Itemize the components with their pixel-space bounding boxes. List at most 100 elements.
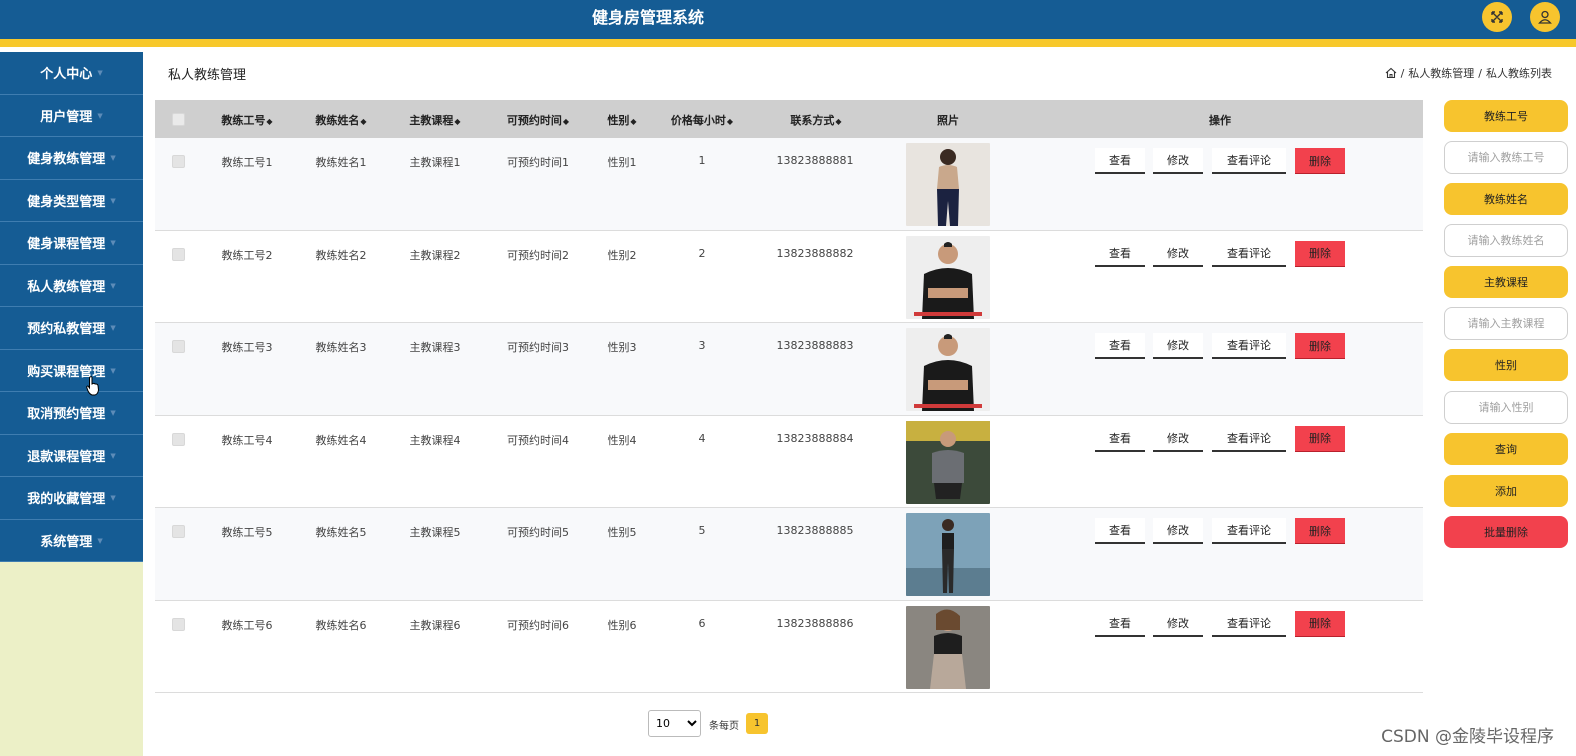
cell-coach-name: 教练姓名2 bbox=[315, 248, 367, 262]
view-comments-button[interactable]: 查看评论 bbox=[1212, 333, 1286, 359]
sidebar-item-label: 退款课程管理 bbox=[27, 449, 106, 465]
header-contact[interactable]: 联系方式◆ bbox=[777, 112, 855, 128]
delete-button[interactable]: 删除 bbox=[1295, 518, 1345, 544]
delete-button[interactable]: 删除 bbox=[1295, 240, 1345, 267]
app-title: 健身房管理系统 bbox=[591, 8, 704, 27]
fullscreen-button[interactable] bbox=[1482, 2, 1512, 32]
current-page-button[interactable]: 1 bbox=[746, 713, 768, 734]
edit-button[interactable]: 修改 bbox=[1153, 148, 1203, 174]
sidebar-item-label: 我的收藏管理 bbox=[27, 492, 106, 508]
table-row: 教练工号5 教练姓名5 主教课程5 可预约时间5 性别5 5 138238888… bbox=[155, 508, 1423, 601]
row-checkbox[interactable] bbox=[172, 155, 185, 168]
coach-photo bbox=[906, 513, 990, 596]
header-main-course[interactable]: 主教课程◆ bbox=[401, 112, 469, 128]
header-gender[interactable]: 性别◆ bbox=[600, 112, 644, 128]
cell-price: 1 bbox=[698, 154, 706, 167]
delete-button[interactable]: 删除 bbox=[1295, 148, 1345, 174]
coach-id-input[interactable] bbox=[1444, 141, 1568, 174]
header-coach-name[interactable]: 教练姓名◆ bbox=[307, 112, 375, 128]
chevron-down-icon: ▼ bbox=[110, 451, 116, 460]
gender-input[interactable] bbox=[1444, 391, 1568, 424]
cell-coach-name: 教练姓名4 bbox=[315, 433, 367, 447]
delete-button[interactable]: 删除 bbox=[1295, 333, 1345, 359]
header-actions: 操作 bbox=[1209, 114, 1231, 127]
sidebar-item-private-coaches[interactable]: 私人教练管理 ▼ bbox=[0, 264, 143, 307]
select-all-checkbox[interactable] bbox=[172, 113, 185, 126]
per-page-label: 条每页 bbox=[709, 721, 739, 732]
view-comments-button[interactable]: 查看评论 bbox=[1212, 610, 1286, 637]
user-button[interactable] bbox=[1530, 2, 1560, 32]
view-comments-button[interactable]: 查看评论 bbox=[1212, 148, 1286, 174]
row-checkbox[interactable] bbox=[172, 340, 185, 353]
edit-button[interactable]: 修改 bbox=[1153, 333, 1203, 359]
coach-name-input[interactable] bbox=[1444, 224, 1568, 257]
cell-price: 3 bbox=[698, 339, 706, 352]
row-checkbox[interactable] bbox=[172, 525, 185, 538]
add-button[interactable]: 添加 bbox=[1444, 475, 1568, 507]
view-comments-button[interactable]: 查看评论 bbox=[1212, 240, 1286, 267]
view-button[interactable]: 查看 bbox=[1095, 425, 1145, 452]
sidebar-item-course-refunds[interactable]: 退款课程管理 ▼ bbox=[0, 434, 143, 477]
header-coach-id[interactable]: 教练工号◆ bbox=[213, 112, 281, 128]
sidebar-item-booking-cancellations[interactable]: 取消预约管理 ▼ bbox=[0, 392, 143, 435]
row-checkbox[interactable] bbox=[172, 432, 185, 446]
cell-main-course: 主教课程3 bbox=[409, 341, 461, 354]
sidebar-item-personal-center[interactable]: 个人中心 ▼ bbox=[0, 52, 143, 95]
edit-button[interactable]: 修改 bbox=[1153, 240, 1203, 267]
sidebar-item-private-bookings[interactable]: 预约私教管理 ▼ bbox=[0, 307, 143, 350]
view-button[interactable]: 查看 bbox=[1095, 333, 1145, 359]
cell-contact: 13823888885 bbox=[776, 524, 854, 537]
view-comments-button[interactable]: 查看评论 bbox=[1212, 518, 1286, 544]
cell-gender: 性别6 bbox=[607, 618, 637, 632]
delete-button[interactable]: 删除 bbox=[1295, 610, 1345, 637]
coach-photo bbox=[906, 143, 990, 226]
view-comments-button[interactable]: 查看评论 bbox=[1212, 425, 1286, 452]
sidebar-item-course-purchases[interactable]: 购买课程管理 ▼ bbox=[0, 349, 143, 392]
breadcrumb-private-coach-management[interactable]: 私人教练管理 bbox=[1408, 65, 1474, 81]
sidebar-item-fitness-coaches[interactable]: 健身教练管理 ▼ bbox=[0, 137, 143, 180]
header-photo: 照片 bbox=[937, 114, 959, 127]
cell-main-course: 主教课程4 bbox=[409, 433, 461, 447]
cell-coach-name: 教练姓名6 bbox=[315, 618, 367, 632]
sidebar-item-label: 健身课程管理 bbox=[27, 237, 106, 253]
batch-delete-button[interactable]: 批量删除 bbox=[1444, 516, 1568, 548]
home-icon[interactable] bbox=[1385, 67, 1397, 79]
edit-button[interactable]: 修改 bbox=[1153, 425, 1203, 452]
main-course-label: 主教课程 bbox=[1444, 266, 1568, 298]
cell-coach-id: 教练工号2 bbox=[221, 248, 273, 262]
main-course-input[interactable] bbox=[1444, 307, 1568, 340]
header-price-per-hour[interactable]: 价格每小时◆ bbox=[663, 112, 741, 128]
watermark: CSDN @金陵毕设程序 bbox=[1381, 727, 1554, 747]
view-button[interactable]: 查看 bbox=[1095, 148, 1145, 174]
sidebar-item-system[interactable]: 系统管理 ▼ bbox=[0, 519, 143, 562]
edit-button[interactable]: 修改 bbox=[1153, 518, 1203, 544]
header-available-time[interactable]: 可预约时间◆ bbox=[493, 112, 583, 128]
sort-icon: ◆ bbox=[562, 117, 570, 126]
view-button[interactable]: 查看 bbox=[1095, 610, 1145, 637]
query-button[interactable]: 查询 bbox=[1444, 433, 1568, 465]
coach-name-label: 教练姓名 bbox=[1444, 183, 1568, 215]
chevron-down-icon: ▼ bbox=[110, 281, 116, 290]
view-button[interactable]: 查看 bbox=[1095, 240, 1145, 267]
sidebar-item-favorites[interactable]: 我的收藏管理 ▼ bbox=[0, 477, 143, 520]
sort-icon: ◆ bbox=[835, 117, 842, 126]
sidebar-item-users[interactable]: 用户管理 ▼ bbox=[0, 94, 143, 137]
chevron-down-icon: ▼ bbox=[110, 494, 116, 503]
sidebar-item-label: 健身教练管理 bbox=[27, 152, 106, 168]
cell-coach-name: 教练姓名1 bbox=[315, 156, 367, 169]
edit-button[interactable]: 修改 bbox=[1153, 610, 1203, 637]
row-checkbox[interactable] bbox=[172, 617, 185, 631]
cell-coach-name: 教练姓名5 bbox=[315, 526, 367, 539]
page-size-select[interactable]: 10 bbox=[648, 710, 701, 737]
sidebar-item-fitness-types[interactable]: 健身类型管理 ▼ bbox=[0, 179, 143, 222]
sidebar-item-fitness-courses[interactable]: 健身课程管理 ▼ bbox=[0, 222, 143, 265]
gender-label: 性别 bbox=[1444, 349, 1568, 381]
row-checkbox[interactable] bbox=[172, 247, 185, 261]
delete-button[interactable]: 删除 bbox=[1295, 425, 1345, 452]
cell-available-time: 可预约时间3 bbox=[507, 341, 569, 354]
view-button[interactable]: 查看 bbox=[1095, 518, 1145, 544]
cell-coach-id: 教练工号3 bbox=[221, 341, 273, 354]
cell-price: 5 bbox=[698, 524, 706, 537]
sort-icon: ◆ bbox=[360, 117, 367, 126]
cell-contact: 13823888886 bbox=[776, 616, 854, 630]
